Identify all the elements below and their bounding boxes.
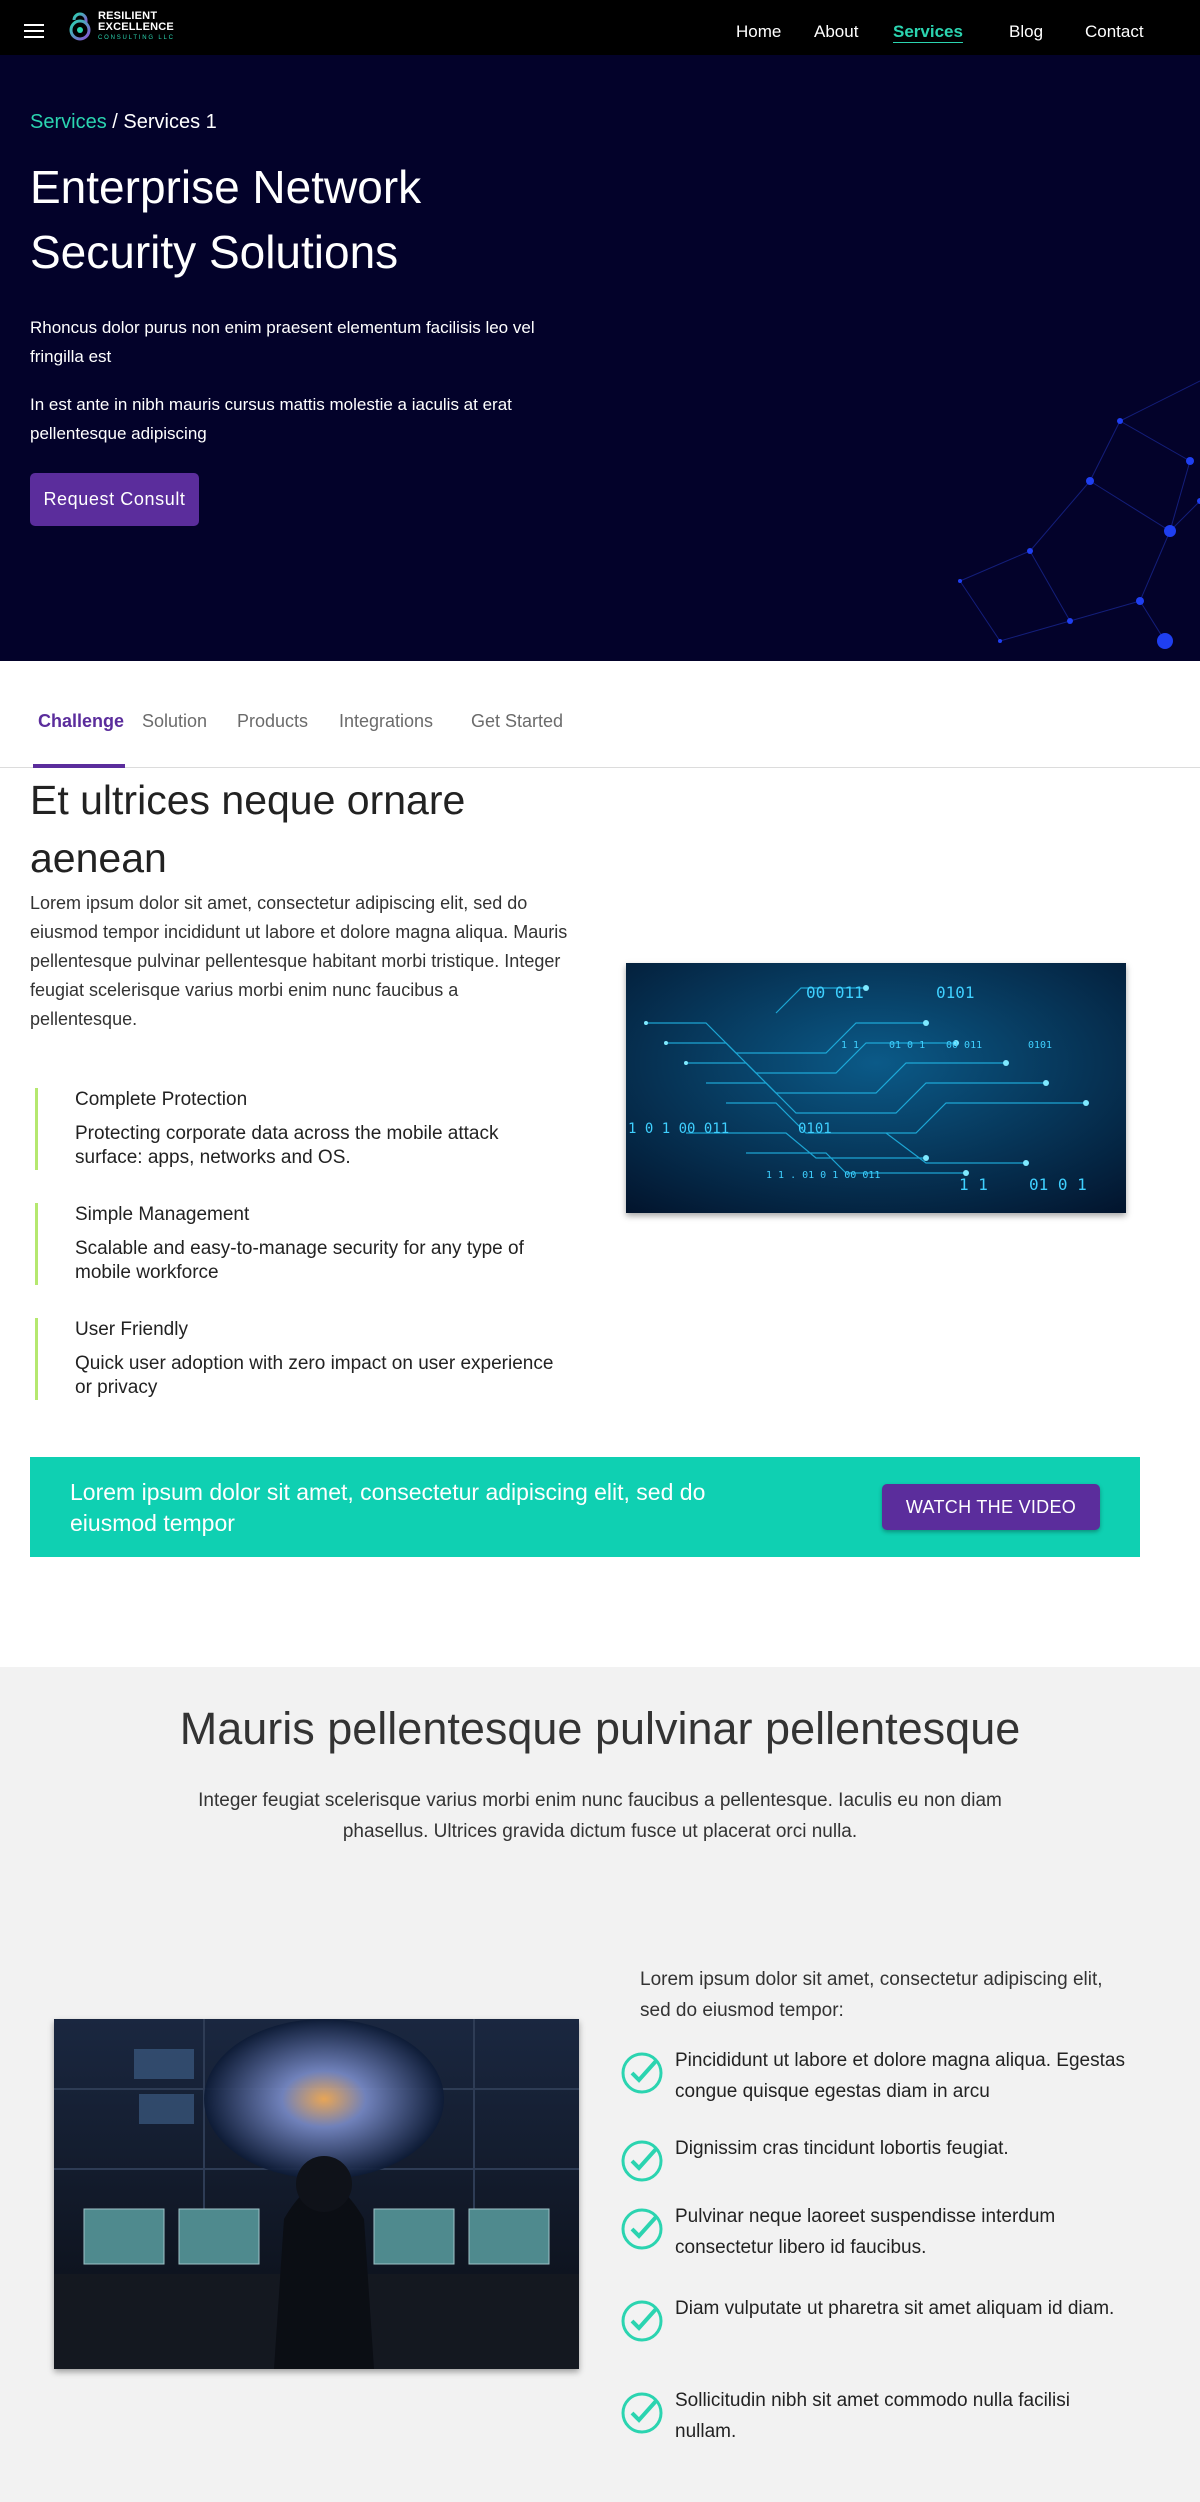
cta-banner-text: Lorem ipsum dolor sit amet, consectetur … (70, 1479, 706, 1536)
checklist-item-text: Sollicitudin nibh sit amet commodo nulla… (675, 2390, 1070, 2442)
breadcrumb-link-services[interactable]: Services (30, 111, 107, 133)
circuit-digits: 01 0 1 (889, 1040, 925, 1051)
active-tab-indicator (33, 764, 125, 768)
hero-section: Services / Services 1 Enterprise Network… (0, 55, 1200, 661)
nav-link-contact[interactable]: Contact (1085, 22, 1144, 42)
check-circle-icon (621, 2140, 663, 2182)
site-logo[interactable]: RESILIENT EXCELLENCE CONSULTING LLC (68, 8, 175, 44)
circuit-digits: 1 1 (841, 1040, 859, 1051)
circuit-digits: 0101 (1028, 1040, 1052, 1051)
circuit-digits: 1 1 (959, 1175, 988, 1194)
request-consult-button[interactable]: Request Consult (30, 473, 199, 526)
security-operations-photo (54, 2019, 579, 2369)
top-navbar: RESILIENT EXCELLENCE CONSULTING LLC Home… (0, 0, 1200, 55)
checklist-item-text: Diam vulputate ut pharetra sit amet aliq… (675, 2298, 1115, 2319)
features-section: Mauris pellentesque pulvinar pellentesqu… (0, 1667, 1200, 2502)
shield-lock-logo-icon (69, 12, 91, 41)
section-tabs: Challenge Solution Products Integrations… (0, 661, 1200, 768)
circuit-digits: 00 011 (946, 1040, 982, 1051)
circuit-digits: 00 011 (806, 983, 864, 1002)
watch-video-button[interactable]: WATCH THE VIDEO (882, 1484, 1100, 1530)
circuit-digits: 1 1 . 01 0 1 00 011 (766, 1170, 880, 1181)
nav-link-about[interactable]: About (814, 22, 858, 42)
check-circle-icon (621, 2052, 663, 2094)
logo-text-line3: CONSULTING LLC (98, 35, 175, 41)
feature-text: Quick user adoption with zero impact on … (75, 1353, 554, 1398)
feature-text: Scalable and easy-to-manage security for… (75, 1238, 524, 1283)
nav-link-home[interactable]: Home (736, 22, 781, 42)
checklist-item-text: Dignissim cras tincidunt lobortis feugia… (675, 2138, 1009, 2159)
check-circle-icon (621, 2392, 663, 2434)
hero-title: Enterprise Network Security Solutions (30, 161, 422, 278)
tab-products[interactable]: Products (237, 711, 308, 732)
checklist-item-text: Pulvinar neque laoreet suspendisse inter… (675, 2206, 1056, 2258)
nav-link-blog[interactable]: Blog (1009, 22, 1043, 42)
tab-integrations[interactable]: Integrations (339, 711, 433, 732)
network-graph-decoration (958, 380, 1200, 649)
section-title: Mauris pellentesque pulvinar pellentesqu… (179, 1703, 1021, 1754)
video-cta-banner: Lorem ipsum dolor sit amet, consectetur … (30, 1457, 1140, 1557)
checklist-item-text: Pincididunt ut labore et dolore magna al… (675, 2050, 1125, 2102)
feature-title: Simple Management (75, 1204, 250, 1225)
section-subtitle: Integer feugiat scelerisque varius morbi… (198, 1790, 1002, 1842)
tab-solution[interactable]: Solution (142, 711, 207, 732)
feature-complete-protection: Complete Protection Protecting corporate… (35, 1088, 555, 1170)
logo-text-line2: EXCELLENCE (98, 21, 174, 33)
challenge-title: Et ultrices neque ornare aenean (30, 777, 466, 881)
hamburger-menu-icon[interactable] (24, 24, 44, 38)
checklist-intro: Lorem ipsum dolor sit amet, consectetur … (640, 1969, 1103, 2021)
hero-paragraph-1: Rhoncus dolor purus non enim praesent el… (30, 318, 535, 366)
feature-text: Protecting corporate data across the mob… (75, 1123, 499, 1168)
feature-user-friendly: User Friendly Quick user adoption with z… (35, 1318, 555, 1400)
circuit-digits: 0101 (798, 1121, 832, 1137)
check-circle-icon (621, 2300, 663, 2342)
tab-challenge[interactable]: Challenge (38, 711, 124, 732)
circuit-board-image: 00 011 0101 1 1 01 0 1 00 011 0101 1 0 1… (626, 963, 1126, 1213)
check-circle-icon (621, 2208, 663, 2250)
breadcrumb: Services / Services 1 (30, 111, 217, 134)
breadcrumb-current: Services 1 (123, 111, 217, 133)
feature-title: User Friendly (75, 1319, 188, 1340)
tab-get-started[interactable]: Get Started (471, 711, 563, 732)
breadcrumb-separator: / (106, 111, 124, 133)
circuit-digits: 01 0 1 (1029, 1175, 1087, 1194)
circuit-digits: 0101 (936, 983, 975, 1002)
challenge-body: Lorem ipsum dolor sit amet, consectetur … (30, 893, 568, 1029)
feature-simple-management: Simple Management Scalable and easy-to-m… (35, 1203, 555, 1285)
circuit-digits: 1 0 1 00 011 (628, 1121, 729, 1137)
nav-link-services[interactable]: Services (893, 22, 963, 42)
feature-title: Complete Protection (75, 1089, 248, 1110)
hero-paragraph-2: In est ante in nibh mauris cursus mattis… (30, 395, 512, 443)
